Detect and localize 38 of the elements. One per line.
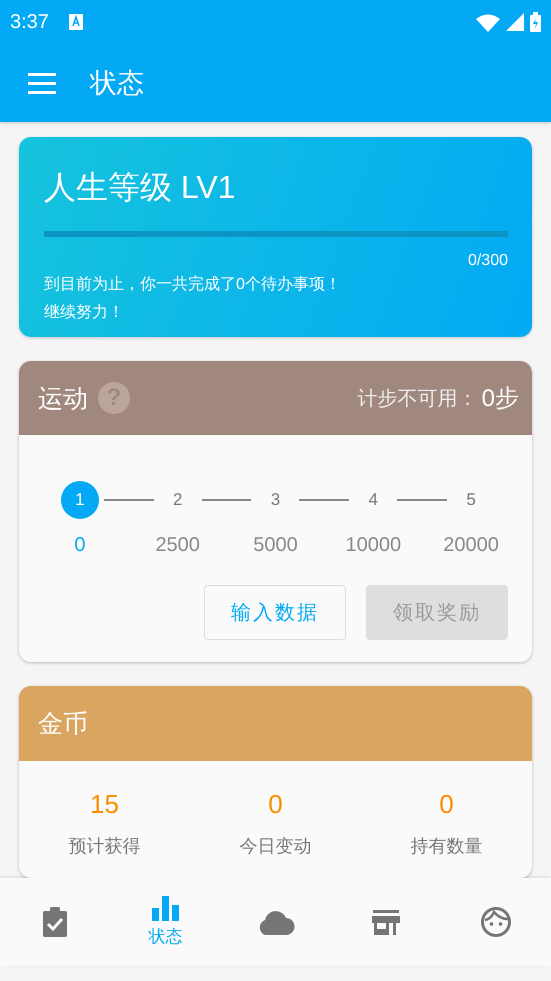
stat-label: 持有数量 [410,835,482,858]
page-title: 状态 [90,67,144,100]
bar-chart-icon [152,896,179,921]
store-icon [372,910,400,934]
step-target: 20000 [442,533,500,557]
summary-text: 到目前为止，你一共完成了0个待办事项！ [44,274,342,295]
step-target: 5000 [252,533,299,557]
step-number: 5 [465,489,477,511]
stat-value: 15 [90,789,119,820]
encouragement-text: 继续努力！ [44,302,125,323]
clock: 3:37 [10,10,49,34]
stat-value: 0 [268,789,283,820]
level-title: 人生等级 LV1 [44,168,236,207]
stat-label: 预计获得 [68,835,140,858]
battery-icon [530,12,541,32]
step-target: 0 [73,533,86,557]
step-target: 2500 [154,533,201,557]
step-status-label: 计步不可用： [358,386,478,412]
step-number: 1 [60,481,99,519]
nav-tab[interactable]: 状态 [112,878,218,966]
face-icon [480,907,511,937]
step-count: 0步 [482,384,519,414]
progress-text: 0/300 [466,251,508,271]
wifi-icon [476,12,500,32]
help-button[interactable]: ? [98,382,130,414]
card-title: 运动 [38,384,88,414]
menu-icon[interactable] [28,72,56,94]
step-target: 10000 [344,533,402,557]
step-number: 3 [270,489,282,511]
card-title: 金币 [38,709,88,740]
stat-label: 今日变动 [240,835,312,858]
signal-icon [506,13,524,31]
clipboard-check-icon [41,907,70,937]
stat-value: 0 [439,789,454,820]
step-number: 4 [368,489,380,511]
keyboard-icon [68,14,83,30]
action-button[interactable]: 输入数据 [204,585,346,640]
step-number: 2 [172,489,184,511]
